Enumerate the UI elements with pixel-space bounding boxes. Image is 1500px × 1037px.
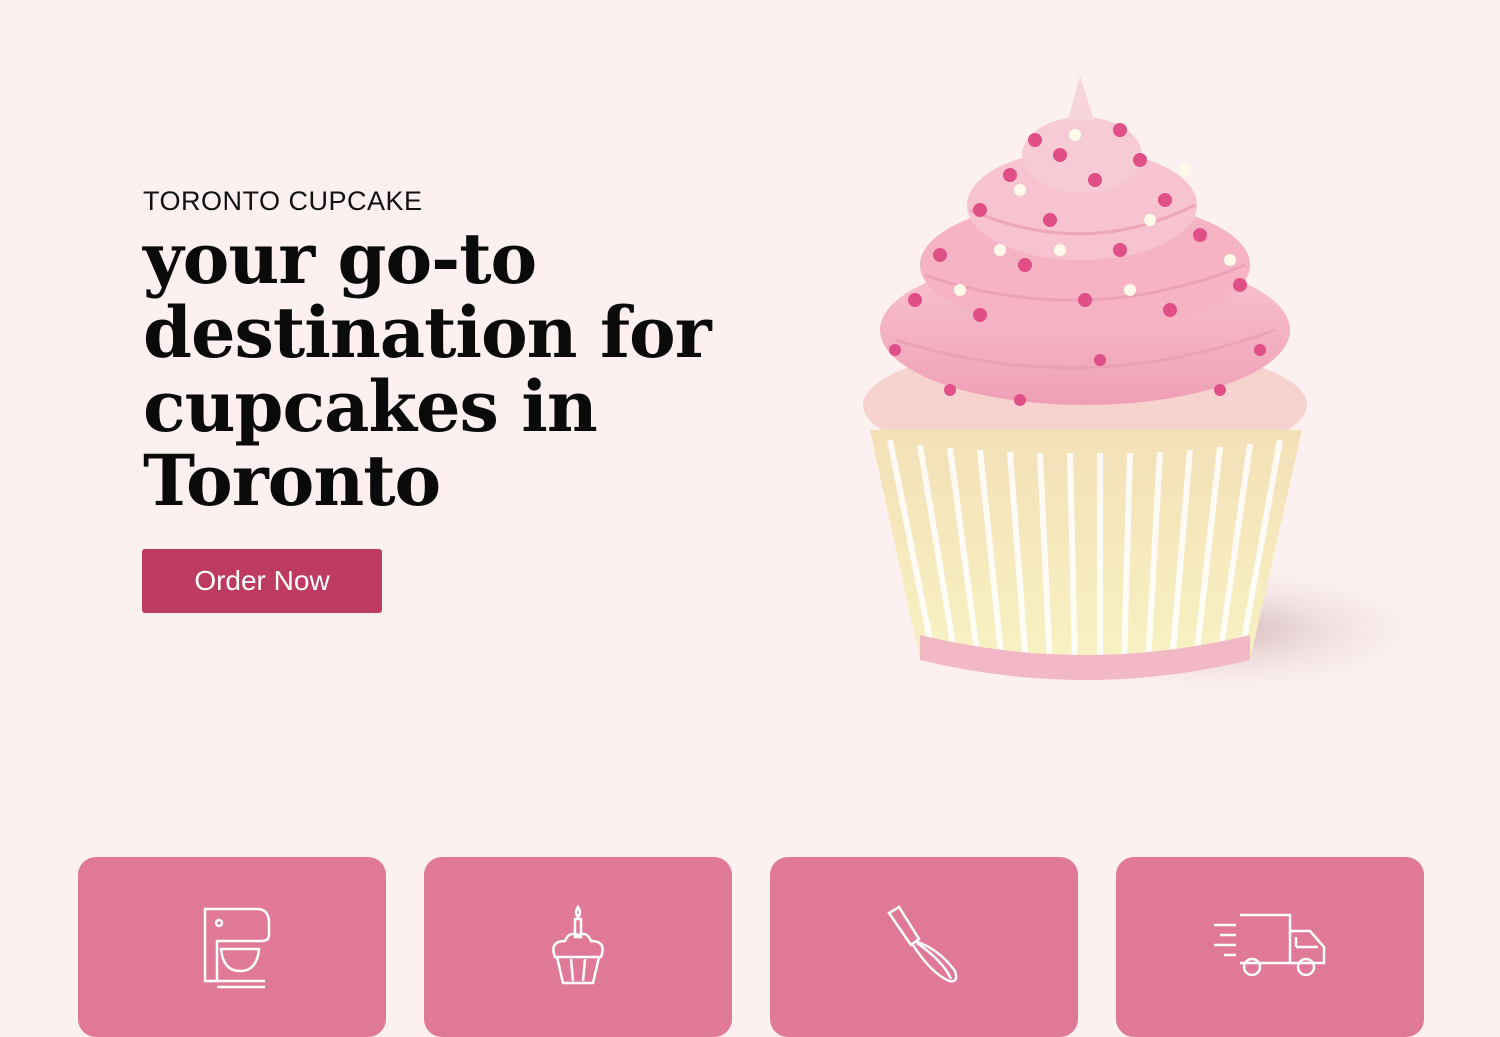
order-now-button[interactable]: Order Now [142, 549, 382, 613]
delivery-truck-icon [1214, 913, 1326, 977]
stand-mixer-icon [203, 907, 271, 989]
feature-card-mixer [78, 857, 386, 1037]
pink-frosted-cupcake-image [863, 76, 1450, 700]
hero-headline: your go-to destination for cupcakes in T… [143, 217, 712, 522]
birthday-cupcake-icon [552, 904, 604, 985]
feature-card-cupcake [424, 857, 732, 1037]
feature-card-delivery [1116, 857, 1424, 1037]
feature-card-whisk [770, 857, 1078, 1037]
brand-eyebrow: TORONTO CUPCAKE [143, 186, 423, 216]
whisk-icon [887, 905, 958, 983]
